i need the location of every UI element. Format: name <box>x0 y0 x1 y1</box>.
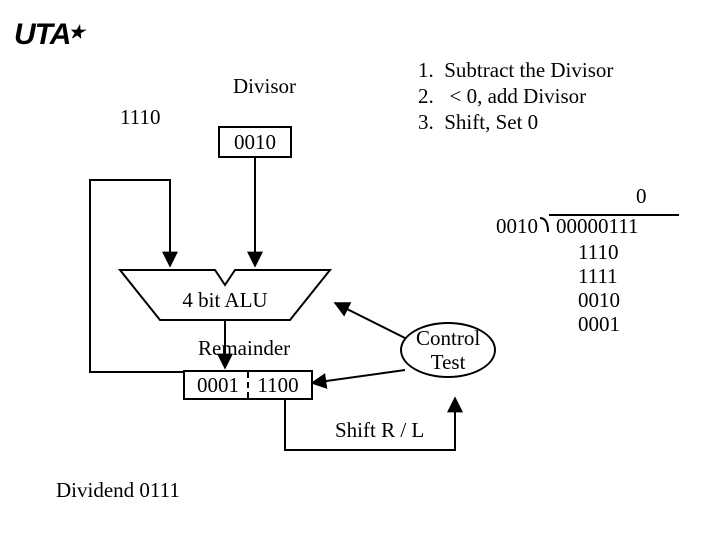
divisor-value: 0010 <box>234 130 276 154</box>
dividend-label: Dividend 0111 <box>56 478 180 503</box>
ld-quotient-bit: 0 <box>636 184 647 209</box>
step-2: 2. < 0, add Divisor <box>418 84 586 109</box>
uta-logo: UTA★ <box>14 18 84 52</box>
shift-label: Shift R / L <box>335 418 424 443</box>
step-1: 1. Subtract the Divisor <box>418 58 613 83</box>
divisor-previous: 1110 <box>120 105 160 130</box>
ld-line-3: 0010 <box>578 288 620 313</box>
divisor-label: Divisor <box>233 74 296 99</box>
alu-label: 4 bit ALU <box>165 288 285 313</box>
ld-divisor: 0010 <box>496 214 538 239</box>
step-3: 3. Shift, Set 0 <box>418 110 538 135</box>
ld-line-1: 1110 <box>578 240 618 265</box>
control-test-label: Control Test <box>416 326 480 374</box>
star-icon: ★ <box>68 22 83 42</box>
control-test: Control Test <box>400 322 496 378</box>
remainder-register: 00011100 <box>183 370 313 400</box>
ld-line-2: 1111 <box>578 264 618 289</box>
logo-text: UTA <box>14 18 70 51</box>
remainder-lo: 1100 <box>248 372 308 398</box>
ld-line-4: 0001 <box>578 312 620 337</box>
divisor-register: 0010 <box>218 126 292 158</box>
remainder-divider <box>247 372 249 398</box>
remainder-hi: 0001 <box>188 372 248 398</box>
ld-dividend: 00000111 <box>556 214 638 239</box>
remainder-label: Remainder <box>198 336 290 361</box>
